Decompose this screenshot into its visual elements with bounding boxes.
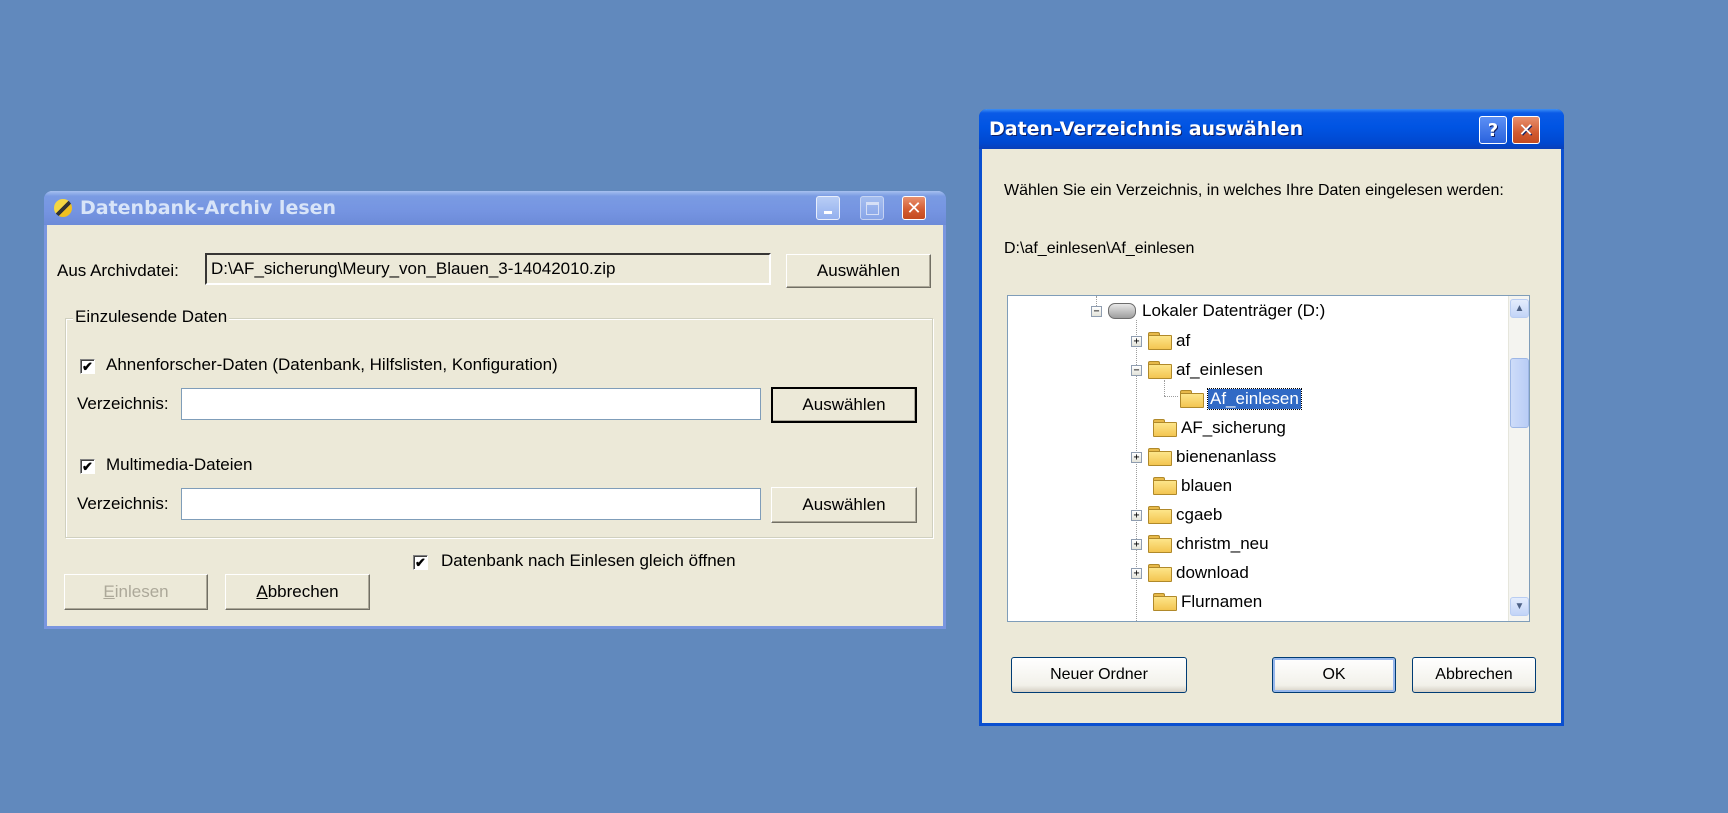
archive-dialog-title: Datenbank-Archiv lesen: [80, 197, 337, 219]
close-icon: ✕: [1518, 119, 1534, 141]
archive-dialog-titlebar[interactable]: Datenbank-Archiv lesen ✕: [44, 191, 946, 225]
ok-button[interactable]: OK: [1272, 657, 1396, 693]
cancel-button-mnemonic: A: [256, 582, 268, 601]
scroll-thumb[interactable]: [1510, 358, 1529, 428]
folder-icon: [1153, 593, 1177, 611]
tree-item-label: cgaeb: [1176, 505, 1223, 524]
read-button-label: inlesen: [114, 582, 169, 601]
tree-item-christm-neu[interactable]: + christm_neu: [1131, 533, 1269, 555]
tree-item-af-einlesen-sub[interactable]: Af_einlesen: [1180, 388, 1302, 410]
tree-item-download[interactable]: + download: [1131, 562, 1249, 584]
cancel-button-label: bbrechen: [267, 582, 339, 601]
maximize-button[interactable]: [860, 196, 884, 220]
open-after-read-checkbox[interactable]: ✔: [413, 555, 428, 570]
tree-item-label-selected: Af_einlesen: [1207, 388, 1302, 410]
multimedia-checkbox-label: Multimedia-Dateien: [106, 455, 253, 474]
expand-icon[interactable]: +: [1131, 567, 1142, 579]
tree-line: [1164, 380, 1165, 396]
tree-item-flurnamen[interactable]: Flurnamen: [1153, 591, 1262, 613]
tree-item-af-einlesen[interactable]: − af_einlesen: [1131, 359, 1263, 381]
folder-icon: [1148, 332, 1172, 350]
help-button[interactable]: ?: [1479, 116, 1507, 144]
folder-dialog-titlebar[interactable]: Daten-Verzeichnis auswählen ? ✕: [979, 109, 1564, 149]
tree-item-cgaeb[interactable]: + cgaeb: [1131, 504, 1222, 526]
tree-item-af[interactable]: + af: [1131, 330, 1190, 352]
tree-scrollbar[interactable]: ▲ ▼: [1508, 296, 1529, 621]
tree-item-blauen[interactable]: blauen: [1153, 475, 1232, 497]
tree-line: [1164, 396, 1178, 397]
directory-field-2[interactable]: [181, 488, 761, 520]
minimize-icon: [824, 210, 832, 214]
expand-icon[interactable]: +: [1131, 509, 1142, 521]
folder-icon: [1153, 477, 1177, 495]
close-button[interactable]: ✕: [902, 196, 926, 220]
open-folder-icon: [1180, 390, 1204, 408]
archive-dialog: Datenbank-Archiv lesen ✕ Aus Archivdatei…: [44, 191, 946, 629]
tree-item-label: bienenanlass: [1176, 447, 1277, 466]
folder-icon: [1148, 361, 1172, 379]
directory-field-1[interactable]: [181, 388, 761, 420]
read-button-mnemonic: E: [103, 582, 115, 601]
tree-item-label: af_einlesen: [1176, 360, 1263, 379]
folder-icon: [1148, 564, 1172, 582]
tree-item-af-sicherung[interactable]: AF_sicherung: [1153, 417, 1286, 439]
tree-item-label: download: [1176, 563, 1249, 582]
archive-select-button[interactable]: Auswählen: [786, 254, 931, 288]
directory-select-button-2[interactable]: Auswählen: [771, 487, 917, 523]
tree-item-label: Flurnamen: [1181, 592, 1263, 611]
tree-item-bienenanlass[interactable]: + bienenanlass: [1131, 446, 1276, 468]
directory-select-button-1[interactable]: Auswählen: [771, 387, 917, 423]
directory-label-1: Verzeichnis:: [77, 394, 169, 413]
minimize-button[interactable]: [816, 196, 840, 220]
tree-drive-node[interactable]: − Lokaler Datenträger (D:): [1091, 300, 1325, 322]
help-icon: ?: [1487, 119, 1499, 141]
expand-icon[interactable]: +: [1131, 451, 1142, 463]
close-icon: ✕: [906, 197, 922, 219]
chevron-down-icon: ▼: [1514, 601, 1525, 612]
drive-label: Lokaler Datenträger (D:): [1142, 301, 1326, 320]
folder-icon: [1148, 506, 1172, 524]
folder-icon: [1148, 448, 1172, 466]
folder-dialog: Daten-Verzeichnis auswählen ? ✕ Wählen S…: [979, 109, 1564, 726]
current-path: D:\af_einlesen\Af_einlesen: [1004, 240, 1195, 257]
folder-tree[interactable]: − Lokaler Datenträger (D:) + af − af_ein…: [1007, 295, 1530, 622]
open-after-read-label: Datenbank nach Einlesen gleich öffnen: [441, 551, 736, 570]
folder-icon: [1153, 419, 1177, 437]
expand-icon[interactable]: +: [1131, 335, 1142, 347]
expand-icon[interactable]: +: [1131, 538, 1142, 550]
folder-close-button[interactable]: ✕: [1512, 116, 1540, 144]
scroll-up-button[interactable]: ▲: [1510, 299, 1529, 318]
tree-item-label: af: [1176, 331, 1191, 350]
ahnen-checkbox-label: Ahnenforscher-Daten (Datenbank, Hilfslis…: [106, 355, 558, 374]
new-folder-button[interactable]: Neuer Ordner: [1011, 657, 1187, 693]
tree-item-label: blauen: [1181, 476, 1233, 495]
collapse-icon[interactable]: −: [1131, 364, 1142, 376]
chevron-up-icon: ▲: [1514, 303, 1525, 314]
read-button[interactable]: Einlesen: [64, 574, 208, 610]
archive-file-label: Aus Archivdatei:: [57, 261, 179, 280]
cancel-button[interactable]: Abbrechen: [225, 574, 370, 610]
multimedia-checkbox[interactable]: ✔: [80, 459, 95, 474]
data-group-label: Einzulesende Daten: [73, 307, 230, 327]
drive-icon: [1108, 303, 1136, 319]
app-icon: [54, 199, 72, 217]
ahnen-checkbox[interactable]: ✔: [80, 359, 95, 374]
maximize-icon: [865, 201, 879, 215]
collapse-icon[interactable]: −: [1091, 305, 1102, 317]
folder-dialog-title: Daten-Verzeichnis auswählen: [989, 118, 1304, 140]
tree-item-label: AF_sicherung: [1181, 418, 1286, 437]
archive-file-field[interactable]: D:\AF_sicherung\Meury_von_Blauen_3-14042…: [205, 253, 771, 285]
folder-cancel-button[interactable]: Abbrechen: [1412, 657, 1536, 693]
folder-prompt: Wählen Sie ein Verzeichnis, in welches I…: [1004, 182, 1504, 199]
folder-icon: [1148, 535, 1172, 553]
scroll-down-button[interactable]: ▼: [1510, 597, 1529, 616]
directory-label-2: Verzeichnis:: [77, 494, 169, 513]
tree-item-label: christm_neu: [1176, 534, 1269, 553]
